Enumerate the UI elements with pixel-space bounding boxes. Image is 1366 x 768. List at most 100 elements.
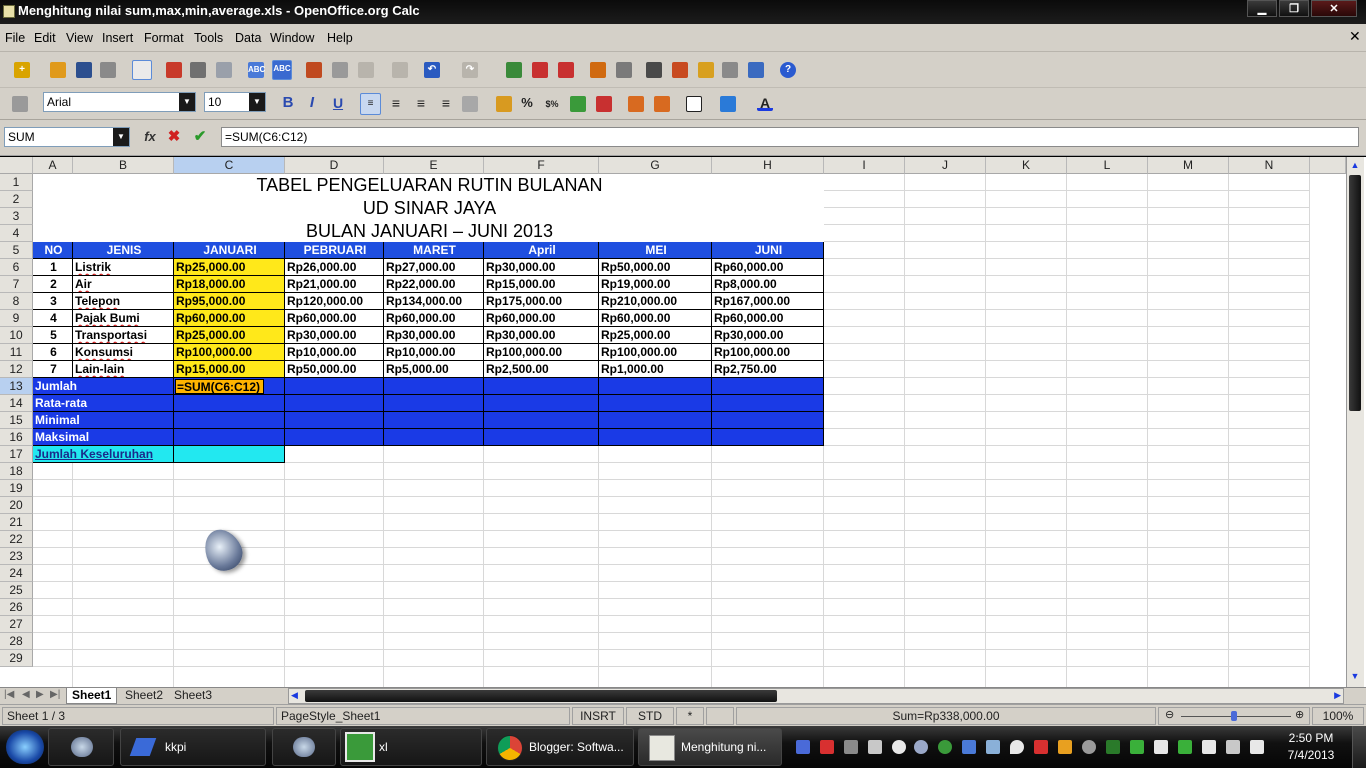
borders-icon[interactable] [686,96,702,112]
taskbar-xl[interactable]: xl [340,728,482,766]
selection-mode[interactable]: STD [626,707,674,725]
summary-label[interactable]: Maksimal [33,429,174,446]
table-cell[interactable]: Rp5,000.00 [384,361,484,378]
table-cell[interactable]: Rp25,000.00 [174,259,285,276]
increase-indent-icon[interactable] [654,96,670,112]
sheet-title2[interactable]: UD SINAR JAYA [33,197,824,220]
column-header[interactable]: K [986,157,1067,174]
italic-icon[interactable]: I [304,95,320,111]
sheet-title1[interactable]: TABEL PENGELUARAN RUTIN BULANAN [33,174,824,197]
table-header-cell[interactable]: April [484,242,599,259]
edit-file-icon[interactable] [132,60,152,80]
standard-format-icon[interactable]: $% [544,96,560,112]
column-header[interactable]: C [174,157,285,174]
print-icon[interactable] [190,62,206,78]
summary-cell[interactable] [484,378,599,395]
page-style[interactable]: PageStyle_Sheet1 [276,707,570,725]
tray-icon-15[interactable] [1130,740,1144,754]
table-cell[interactable]: Rp30,000.00 [484,259,599,276]
zoom-slider[interactable]: ⊖ ⊕ [1158,707,1310,725]
table-cell[interactable]: Rp210,000.00 [599,293,712,310]
table-cell[interactable]: Rp1,000.00 [599,361,712,378]
tray-icon-7[interactable] [938,740,952,754]
row-header[interactable]: 11 [0,344,33,361]
clone-formatting-icon[interactable] [392,62,408,78]
tab-scroll-next-icon[interactable]: ▶ [36,689,44,700]
taskbar-app-1[interactable] [48,728,114,766]
summary-cell[interactable] [384,378,484,395]
table-cell[interactable]: Lain-lain [73,361,174,378]
row-header[interactable]: 4 [0,225,33,242]
help-icon[interactable]: ? [780,62,796,78]
table-cell[interactable]: Rp100,000.00 [484,344,599,361]
table-cell[interactable]: Rp26,000.00 [285,259,384,276]
scroll-down-icon[interactable]: ▼ [1349,671,1361,683]
summary-label[interactable]: Rata-rata [33,395,174,412]
open-folder-icon[interactable] [50,62,66,78]
font-color-icon[interactable]: A [757,95,773,111]
table-cell[interactable]: Rp25,000.00 [174,327,285,344]
table-cell[interactable]: Listrik [73,259,174,276]
undo-icon[interactable]: ↶ [424,62,440,78]
table-cell[interactable]: 3 [33,293,73,310]
export-pdf-icon[interactable] [166,62,182,78]
page-preview-icon[interactable] [216,62,232,78]
tray-icon-1[interactable] [796,740,810,754]
summary-cell[interactable] [174,429,285,446]
grand-total-label[interactable]: Jumlah Keseluruhan [33,446,174,463]
column-header[interactable]: I [824,157,905,174]
summary-cell[interactable] [384,412,484,429]
font-size-dropdown-icon[interactable]: ▼ [249,93,265,111]
table-cell[interactable]: Rp22,000.00 [384,276,484,293]
row-header[interactable]: 15 [0,412,33,429]
table-cell[interactable]: Rp27,000.00 [384,259,484,276]
menu-data[interactable]: Data [235,31,261,45]
summary-cell[interactable] [599,412,712,429]
table-cell[interactable]: Rp2,750.00 [712,361,824,378]
row-header[interactable]: 9 [0,310,33,327]
select-all-corner[interactable] [0,157,33,174]
decrease-indent-icon[interactable] [628,96,644,112]
table-cell[interactable]: Rp30,000.00 [484,327,599,344]
column-header[interactable]: N [1229,157,1310,174]
taskbar-chrome[interactable]: Blogger: Softwa... [486,728,634,766]
summary-cell[interactable] [712,395,824,412]
column-header[interactable]: M [1148,157,1229,174]
row-header[interactable]: 25 [0,582,33,599]
tab-scroll-first-icon[interactable]: |◀ [4,689,14,700]
tray-monitor-icon[interactable] [1226,740,1240,754]
percent-format-icon[interactable]: % [519,95,535,111]
column-header[interactable]: D [285,157,384,174]
row-header[interactable]: 1 [0,174,33,191]
table-cell[interactable]: Rp50,000.00 [599,259,712,276]
merge-cells-icon[interactable] [462,96,478,112]
summary-cell[interactable] [484,395,599,412]
summary-cell[interactable] [599,395,712,412]
tab-scroll-prev-icon[interactable]: ◀ [22,689,30,700]
data-sources-icon[interactable] [722,62,738,78]
menu-insert[interactable]: Insert [102,31,133,45]
row-header[interactable]: 3 [0,208,33,225]
table-cell[interactable]: Rp60,000.00 [484,310,599,327]
table-cell[interactable]: 7 [33,361,73,378]
table-cell[interactable]: Rp10,000.00 [384,344,484,361]
table-cell[interactable]: Rp120,000.00 [285,293,384,310]
table-cell[interactable]: Rp21,000.00 [285,276,384,293]
zoom-icon[interactable] [748,62,764,78]
table-cell[interactable]: Rp18,000.00 [174,276,285,293]
tab-sheet1[interactable]: Sheet1 [66,688,118,704]
row-header[interactable]: 19 [0,480,33,497]
summary-cell[interactable] [285,429,384,446]
styles-formatting-icon[interactable] [12,96,28,112]
row-header[interactable]: 16 [0,429,33,446]
summary-label[interactable]: Minimal [33,412,174,429]
autospellcheck-icon[interactable]: ABC [272,60,292,80]
summary-cell[interactable] [484,429,599,446]
table-cell[interactable]: Rp50,000.00 [285,361,384,378]
digital-signature[interactable] [706,707,734,725]
paste-icon[interactable] [358,62,374,78]
tray-volume-icon[interactable] [1250,740,1264,754]
tray-icon-4[interactable] [868,740,882,754]
sort-ascending-icon[interactable] [532,62,548,78]
summary-cell[interactable] [712,378,824,395]
